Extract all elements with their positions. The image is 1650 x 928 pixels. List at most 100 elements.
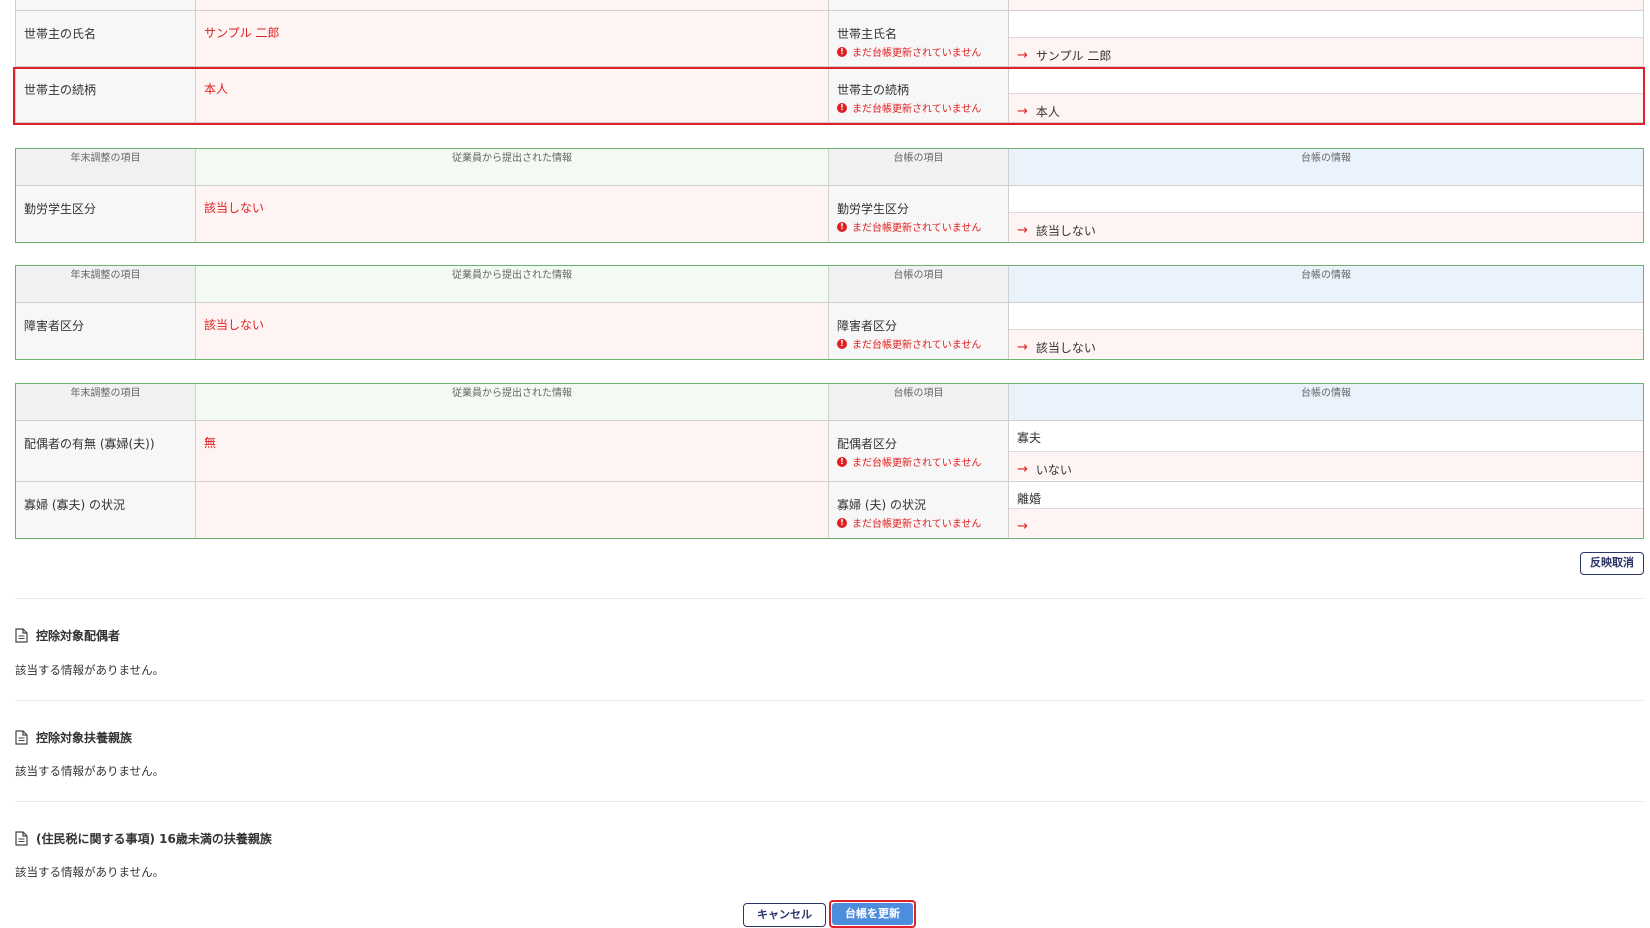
arrow-right-icon: → [1017, 462, 1028, 477]
employee-value: サンプル 二郎 [195, 10, 829, 67]
revert-button[interactable]: 反映取消 [1580, 552, 1644, 575]
arrow-right-icon: → [1017, 519, 1028, 534]
ledger-label: 障害者区分 [837, 319, 898, 333]
ledger-value: → サンプル 二郎 [1008, 10, 1644, 67]
comparison-row: 寡婦 (寡夫) の状況 寡婦 (夫) の状況 ! まだ台帳更新されていません 離婚… [15, 481, 1644, 539]
not-updated-warning: ! まだ台帳更新されていません [837, 454, 1000, 469]
new-value: → いない [1009, 452, 1643, 480]
section-divider [15, 700, 1643, 701]
comparison-block-disability: 年末調整の項目 従業員から提出された情報 台帳の項目 台帳の情報 障害者区分 該… [15, 265, 1644, 360]
cancel-button[interactable]: キャンセル [743, 903, 826, 927]
current-value [1009, 11, 1643, 38]
comparison-row: 世帯主の氏名 サンプル 二郎 世帯主氏名 ! まだ台帳更新されていません → サンプ… [15, 10, 1644, 67]
header-ledger-info: 台帳の情報 [1008, 265, 1644, 303]
header-ledger-item: 台帳の項目 [828, 148, 1009, 186]
comparison-header: 年末調整の項目 従業員から提出された情報 台帳の項目 台帳の情報 [15, 383, 1644, 421]
header-ledger-item: 台帳の項目 [828, 265, 1009, 303]
ledger-label: 配偶者区分 [837, 437, 898, 451]
comparison-header: 年末調整の項目 従業員から提出された情報 台帳の項目 台帳の情報 [15, 148, 1644, 186]
header-employee-info: 従業員から提出された情報 [195, 148, 829, 186]
current-value [1009, 303, 1643, 330]
warning-icon: ! [837, 456, 847, 467]
ledger-value: → 該当しない [1008, 302, 1644, 360]
warning-icon: ! [837, 338, 847, 349]
comparison-block-student: 年末調整の項目 従業員から提出された情報 台帳の項目 台帳の情報 勤労学生区分 … [15, 148, 1644, 243]
not-updated-warning: ! まだ台帳更新されていません [837, 219, 1000, 234]
arrow-right-icon: → [1017, 340, 1028, 355]
new-value: → 該当しない [1009, 213, 1643, 241]
ledger-label: 世帯主氏名 [837, 27, 898, 41]
comparison-header: 年末調整の項目 従業員から提出された情報 台帳の項目 台帳の情報 [15, 265, 1644, 303]
document-icon [15, 831, 28, 846]
new-value: → [1009, 509, 1643, 537]
ledger-value: 離婚 → [1008, 481, 1644, 539]
header-ledger-item: 台帳の項目 [828, 383, 1009, 421]
item-label: 配偶者の有無 (寡婦(夫)) [15, 420, 196, 482]
warning-icon: ! [837, 517, 847, 528]
comparison-row: 障害者区分 該当しない 障害者区分 ! まだ台帳更新されていません → 該当しない [15, 302, 1644, 360]
new-value: → 該当しない [1009, 330, 1643, 358]
header-item: 年末調整の項目 [15, 383, 196, 421]
current-value: 寡夫 [1009, 421, 1643, 452]
ledger-item: 世帯主氏名 ! まだ台帳更新されていません [828, 10, 1009, 67]
section-empty-message: 該当する情報がありません。 [15, 764, 165, 778]
comparison-block-spouse: 年末調整の項目 従業員から提出された情報 台帳の項目 台帳の情報 配偶者の有無 … [15, 383, 1644, 539]
not-updated-warning: ! まだ台帳更新されていません [837, 44, 1000, 59]
item-label: 寡婦 (寡夫) の状況 [15, 481, 196, 539]
header-item: 年末調整の項目 [15, 265, 196, 303]
update-ledger-button[interactable]: 台帳を更新 [832, 903, 913, 925]
warning-icon: ! [837, 102, 847, 113]
header-employee-info: 従業員から提出された情報 [195, 383, 829, 421]
new-value: → サンプル 二郎 [1009, 38, 1643, 66]
arrow-right-icon: → [1017, 104, 1028, 119]
header-employee-info: 従業員から提出された情報 [195, 265, 829, 303]
not-updated-warning: ! まだ台帳更新されていません [837, 336, 1000, 351]
section-divider [15, 801, 1643, 802]
current-value: 離婚 [1009, 482, 1643, 509]
comparison-row-partial [15, 0, 1644, 11]
arrow-right-icon: → [1017, 48, 1028, 63]
ledger-value: 寡夫 → いない [1008, 420, 1644, 482]
ledger-item: 障害者区分 ! まだ台帳更新されていません [828, 302, 1009, 360]
header-item: 年末調整の項目 [15, 148, 196, 186]
comparison-row: 配偶者の有無 (寡婦(夫)) 無 配偶者区分 ! まだ台帳更新されていません 寡夫… [15, 420, 1644, 482]
section-empty-message: 該当する情報がありません。 [15, 865, 165, 879]
section-title: (住民税に関する事項) 16歳未満の扶養親族 [15, 830, 272, 847]
header-ledger-info: 台帳の情報 [1008, 383, 1644, 421]
arrow-right-icon: → [1017, 223, 1028, 238]
document-icon [15, 628, 28, 643]
employee-value [195, 481, 829, 539]
comparison-row: 世帯主の続柄 本人 世帯主の続柄 ! まだ台帳更新されていません → 本人 [15, 66, 1644, 123]
employee-value: 本人 [195, 66, 829, 123]
item-label: 障害者区分 [15, 302, 196, 360]
employee-value: 該当しない [195, 302, 829, 360]
section-title: 控除対象扶養親族 [15, 729, 132, 746]
ledger-item: 勤労学生区分 ! まだ台帳更新されていません [828, 185, 1009, 243]
ledger-value: → 本人 [1008, 66, 1644, 123]
new-value: → 本人 [1009, 94, 1643, 122]
not-updated-warning: ! まだ台帳更新されていません [837, 515, 1000, 530]
warning-icon: ! [837, 46, 847, 57]
item-label: 勤労学生区分 [15, 185, 196, 243]
ledger-label: 世帯主の続柄 [837, 83, 910, 97]
ledger-item: 世帯主の続柄 ! まだ台帳更新されていません [828, 66, 1009, 123]
ledger-item: 配偶者区分 ! まだ台帳更新されていません [828, 420, 1009, 482]
current-value [1009, 67, 1643, 94]
item-label: 世帯主の続柄 [15, 66, 196, 123]
section-title: 控除対象配偶者 [15, 627, 120, 644]
item-label: 世帯主の氏名 [15, 10, 196, 67]
document-icon [15, 730, 28, 745]
not-updated-warning: ! まだ台帳更新されていません [837, 100, 1000, 115]
ledger-label: 勤労学生区分 [837, 202, 910, 216]
comparison-row: 勤労学生区分 該当しない 勤労学生区分 ! まだ台帳更新されていません → 該当しな… [15, 185, 1644, 243]
warning-icon: ! [837, 221, 847, 232]
employee-value: 該当しない [195, 185, 829, 243]
employee-value: 無 [195, 420, 829, 482]
current-value [1009, 186, 1643, 213]
ledger-value: → 該当しない [1008, 185, 1644, 243]
top-comparison-block: 世帯主の氏名 サンプル 二郎 世帯主氏名 ! まだ台帳更新されていません → サンプ… [15, 0, 1644, 123]
ledger-item: 寡婦 (夫) の状況 ! まだ台帳更新されていません [828, 481, 1009, 539]
section-divider [15, 598, 1643, 599]
section-empty-message: 該当する情報がありません。 [15, 663, 165, 677]
header-ledger-info: 台帳の情報 [1008, 148, 1644, 186]
